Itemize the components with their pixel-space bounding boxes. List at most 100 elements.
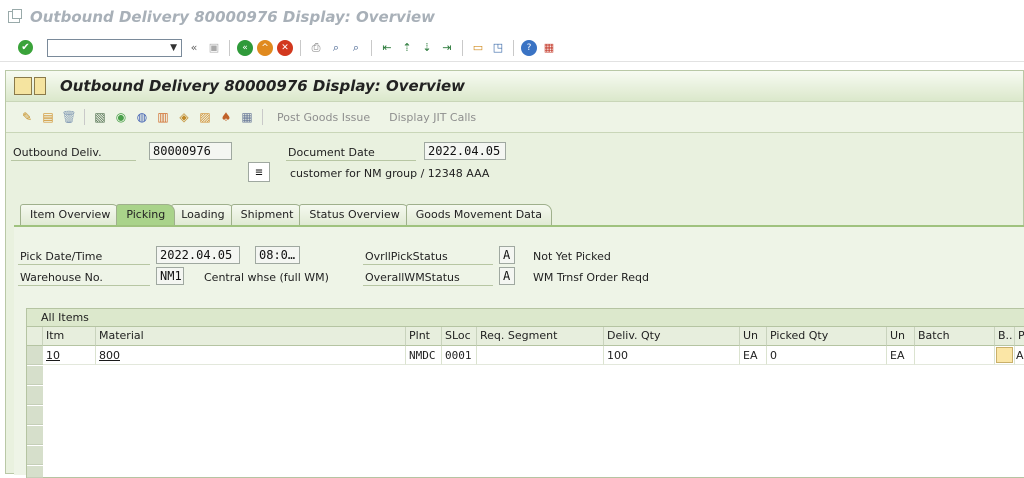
- col-header-sloc[interactable]: SLoc: [442, 327, 477, 346]
- col-header-un2[interactable]: Un: [887, 327, 915, 346]
- batch-select-icon[interactable]: [996, 347, 1013, 363]
- cancel-icon[interactable]: ✕: [277, 39, 293, 56]
- back-icon[interactable]: «: [237, 39, 253, 56]
- overall-wm-status-field[interactable]: A: [499, 267, 515, 285]
- texts-icon[interactable]: ◍: [133, 108, 151, 126]
- table-row-p[interactable]: A: [1015, 346, 1024, 365]
- col-header-b[interactable]: B..: [995, 327, 1015, 346]
- warehouse-label: Warehouse No.: [18, 269, 150, 286]
- row-selector[interactable]: [27, 426, 43, 445]
- table-row-material[interactable]: 800: [96, 346, 406, 365]
- screen-menu-dropdown-icon[interactable]: [34, 77, 46, 95]
- prev-page-icon[interactable]: ⇡: [399, 40, 415, 56]
- tab-loading[interactable]: Loading: [171, 204, 235, 225]
- table-row-deliv-qty[interactable]: 100: [604, 346, 740, 365]
- exit-fullscreen-icon[interactable]: [8, 9, 22, 23]
- table-row-b[interactable]: [995, 346, 1015, 365]
- col-header-picked-qty[interactable]: Picked Qty: [767, 327, 887, 346]
- pick-date-field[interactable]: 2022.04.05: [156, 246, 240, 264]
- tab-item-overview[interactable]: Item Overview: [20, 204, 121, 225]
- next-page-icon[interactable]: ⇣: [419, 40, 435, 56]
- col-header-batch[interactable]: Batch: [915, 327, 995, 346]
- first-page-icon[interactable]: ⇤: [379, 40, 395, 56]
- customer-text: customer for NM group / 12348 AAA: [290, 167, 490, 180]
- col-header-p[interactable]: P: [1015, 327, 1024, 346]
- table-row-batch[interactable]: [915, 346, 995, 365]
- table-row-picked-qty[interactable]: 0: [767, 346, 887, 365]
- col-header-material[interactable]: Material: [96, 327, 406, 346]
- tab-goods-movement-data[interactable]: Goods Movement Data: [405, 204, 552, 225]
- screen-title: Outbound Delivery 80000976 Display: Over…: [60, 77, 466, 95]
- partner-details-icon[interactable]: ≡: [248, 162, 270, 182]
- edit-pencil-icon[interactable]: ✎: [18, 108, 36, 126]
- content-area: Outbound Delivery 80000976 Display: Over…: [5, 70, 1024, 478]
- itm-link[interactable]: 10: [46, 349, 60, 362]
- grid-icon[interactable]: ▦: [238, 108, 256, 126]
- customize-icon[interactable]: ▦: [541, 40, 557, 56]
- delete-icon[interactable]: 🗑: [60, 108, 78, 126]
- toolbar-separator: [84, 109, 85, 125]
- display-jit-calls-button[interactable]: Display JIT Calls: [381, 111, 484, 124]
- table-row-itm[interactable]: 10: [43, 346, 96, 365]
- table-row-un[interactable]: EA: [740, 346, 767, 365]
- col-header-plnt[interactable]: Plnt: [406, 327, 442, 346]
- document-date-label: Document Date: [286, 144, 416, 161]
- conditions-icon[interactable]: ▥: [154, 108, 172, 126]
- table-row-un2[interactable]: EA: [887, 346, 915, 365]
- item-details-icon[interactable]: ▧: [91, 108, 109, 126]
- row-selector[interactable]: [27, 406, 43, 425]
- find-icon[interactable]: ⌕: [328, 40, 344, 56]
- toolbar-separator: [300, 39, 301, 56]
- last-page-icon[interactable]: ⇥: [439, 40, 455, 56]
- print-icon[interactable]: ⎙: [308, 40, 324, 56]
- chevron-down-icon[interactable]: ▼: [170, 43, 177, 53]
- col-header-un[interactable]: Un: [740, 327, 767, 346]
- serial-numbers-icon[interactable]: ♠: [217, 108, 235, 126]
- screen-header: Outbound Delivery 80000976 Display: Over…: [6, 71, 1023, 101]
- save-icon[interactable]: ▣: [206, 40, 222, 56]
- material-link[interactable]: 800: [99, 349, 120, 362]
- enter-icon[interactable]: ✔: [18, 40, 33, 55]
- col-header-req-segment[interactable]: Req. Segment: [477, 327, 604, 346]
- row-selector[interactable]: [27, 466, 43, 478]
- col-header-itm[interactable]: Itm: [43, 327, 96, 346]
- shipment-icon[interactable]: ◈: [175, 108, 193, 126]
- shortcut-icon[interactable]: ◳: [490, 40, 506, 56]
- warehouse-text: Central whse (full WM): [204, 271, 329, 284]
- standard-toolbar: ✔ ▼ « ▣ « ^ ✕ ⎙ ⌕ ⌕ ⇤ ⇡ ⇣ ⇥ ▭ ◳ ? ▦: [0, 34, 1024, 62]
- tab-status-overview[interactable]: Status Overview: [299, 204, 410, 225]
- collapse-icon[interactable]: «: [186, 40, 202, 56]
- pick-time-field[interactable]: 08:0…: [255, 246, 300, 264]
- items-table: All Items Itm Material Plnt SLoc Req. Se…: [26, 308, 1024, 478]
- help-icon[interactable]: ?: [521, 39, 537, 56]
- screen-menu-icon[interactable]: [14, 77, 32, 95]
- table-row-plnt[interactable]: NMDC: [406, 346, 442, 365]
- command-field[interactable]: ▼: [47, 38, 182, 57]
- partner-icon[interactable]: ◉: [112, 108, 130, 126]
- tab-shipment[interactable]: Shipment: [230, 204, 304, 225]
- create-session-icon[interactable]: ▭: [470, 40, 486, 56]
- find-next-icon[interactable]: ⌕: [348, 40, 364, 56]
- toolbar-separator: [371, 39, 372, 56]
- ovrl-pick-status-field[interactable]: A: [499, 246, 515, 264]
- row-selector[interactable]: [27, 366, 43, 385]
- table-row-req-segment[interactable]: [477, 346, 604, 365]
- row-selector[interactable]: [27, 346, 43, 365]
- exit-icon[interactable]: ^: [257, 39, 273, 56]
- outbound-deliv-field[interactable]: 80000976: [149, 142, 232, 160]
- picking-tab-panel: Pick Date/Time 2022.04.05 08:0… Warehous…: [14, 225, 1024, 478]
- post-goods-issue-button[interactable]: Post Goods Issue: [269, 111, 378, 124]
- col-header-deliv-qty[interactable]: Deliv. Qty: [604, 327, 740, 346]
- overall-wm-status-text: WM Trnsf Order Reqd: [533, 271, 650, 284]
- select-all-header[interactable]: [27, 327, 43, 346]
- table-row-sloc[interactable]: 0001: [442, 346, 477, 365]
- table-title: All Items: [27, 309, 1024, 327]
- header-details-icon[interactable]: ▤: [39, 108, 57, 126]
- batch-split-icon[interactable]: ▨: [196, 108, 214, 126]
- document-date-field[interactable]: 2022.04.05: [424, 142, 506, 160]
- warehouse-field[interactable]: NM1: [156, 267, 184, 285]
- row-selector[interactable]: [27, 386, 43, 405]
- tab-picking[interactable]: Picking: [116, 204, 176, 225]
- row-selector[interactable]: [27, 446, 43, 465]
- toolbar-separator: [262, 109, 263, 125]
